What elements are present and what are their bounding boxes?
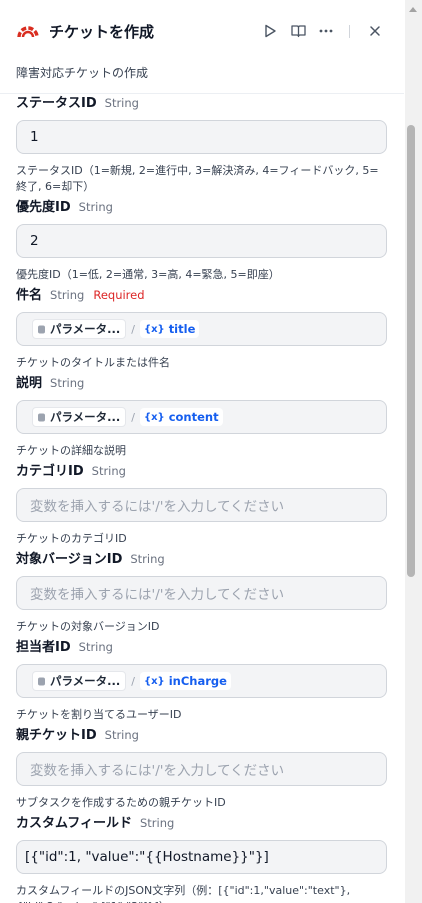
field-help: チケットの詳細な説明 xyxy=(16,444,126,457)
assignee-id-input[interactable]: パラメータ... / {x} inCharge xyxy=(16,664,387,698)
field-status-id: ステータスID String 1 ステータスID（1=新規, 2=進行中, 3=… xyxy=(16,94,387,195)
field-label: 親チケットID xyxy=(16,728,97,743)
field-type: String xyxy=(50,376,85,390)
field-help: 優先度ID（1=低, 2=通常, 3=高, 4=緊急, 5=即座） xyxy=(16,268,280,281)
field-category-id: カテゴリID String 変数を挿入するには'/'を入力してください チケット… xyxy=(16,460,387,547)
category-id-input[interactable]: 変数を挿入するには'/'を入力してください xyxy=(16,488,387,522)
chip-separator: / xyxy=(131,674,135,688)
node-icon xyxy=(38,677,45,685)
field-type: String xyxy=(139,816,175,830)
field-priority-id: 優先度ID String 2 優先度ID（1=低, 2=通常, 3=高, 4=緊… xyxy=(16,196,387,283)
scroll-up-arrow-icon[interactable] xyxy=(409,7,417,12)
field-label: カテゴリID xyxy=(16,464,84,479)
field-type: String xyxy=(104,96,139,110)
book-icon xyxy=(290,25,306,38)
field-label: カスタムフィールド xyxy=(16,816,132,831)
header-divider xyxy=(349,25,350,38)
variable-name: title xyxy=(168,322,196,336)
field-value: 1 xyxy=(30,129,39,145)
field-placeholder: 変数を挿入するには'/'を入力してください xyxy=(30,499,285,515)
node-name: パラメータ... xyxy=(50,322,121,336)
field-help: カスタムフィールドのJSON文字列（例：[{"id":1,"value":"te… xyxy=(16,884,351,903)
field-help: チケットのタイトルまたは件名 xyxy=(16,356,170,369)
field-placeholder: 変数を挿入するには'/'を入力してください xyxy=(30,763,285,779)
more-icon xyxy=(319,29,333,33)
field-value: 2 xyxy=(30,233,39,249)
node-tag: パラメータ... xyxy=(32,671,127,691)
node-name: パラメータ... xyxy=(50,410,121,424)
field-placeholder: 変数を挿入するには'/'を入力してください xyxy=(30,587,285,603)
variable-reference[interactable]: パラメータ... / {x} inCharge xyxy=(32,671,231,691)
field-type: String xyxy=(50,288,85,302)
field-type: String xyxy=(91,464,126,478)
variable-name: content xyxy=(168,410,219,424)
node-icon xyxy=(38,413,45,421)
field-assignee-id: 担当者ID String パラメータ... / {x} inCharge チケッ… xyxy=(16,636,387,723)
field-description: 説明 String パラメータ... / {x} content チケットの詳細… xyxy=(16,372,387,459)
field-label: 説明 xyxy=(16,376,43,391)
variable-icon: {x} xyxy=(143,411,165,423)
field-label: 優先度ID xyxy=(16,200,71,215)
node-tag: パラメータ... xyxy=(32,319,127,339)
field-custom-fields: カスタムフィールド String [{"id":1, "value":"{{Ho… xyxy=(16,812,387,903)
variable-icon: {x} xyxy=(143,675,165,687)
node-tag: パラメータ... xyxy=(32,407,127,427)
field-subject: 件名 String Required パラメータ... / {x} title … xyxy=(16,284,387,371)
panel-subtitle: 障害対応チケットの作成 xyxy=(16,66,149,80)
field-help: チケットを割り当てるユーザーID xyxy=(16,708,182,721)
run-button[interactable] xyxy=(259,20,281,42)
logo-icon xyxy=(17,26,39,38)
field-label: 件名 xyxy=(16,288,43,303)
field-target-version-id: 対象バージョンID String 変数を挿入するには'/'を入力してください チ… xyxy=(16,548,387,635)
status-id-input[interactable]: 1 xyxy=(16,120,387,154)
chip-separator: / xyxy=(131,322,135,336)
close-button[interactable] xyxy=(364,20,386,42)
variable-reference[interactable]: パラメータ... / {x} title xyxy=(32,319,200,339)
variable-reference[interactable]: パラメータ... / {x} content xyxy=(32,407,223,427)
close-icon xyxy=(370,26,380,36)
params-form[interactable]: ステータスID String 1 ステータスID（1=新規, 2=進行中, 3=… xyxy=(0,94,404,903)
field-type: String xyxy=(104,728,139,742)
play-icon xyxy=(265,24,276,38)
target-version-id-input[interactable]: 変数を挿入するには'/'を入力してください xyxy=(16,576,387,610)
field-help: チケットのカテゴリID xyxy=(16,532,127,545)
docs-button[interactable] xyxy=(287,20,309,42)
chip-separator: / xyxy=(131,410,135,424)
more-button[interactable] xyxy=(315,20,337,42)
field-value: [{"id":1, "value":"{{Hostname}}"}] xyxy=(25,849,269,865)
subject-input[interactable]: パラメータ... / {x} title xyxy=(16,312,387,346)
variable-tag: {x} title xyxy=(139,320,200,338)
scrollbar-thumb[interactable] xyxy=(407,125,415,577)
panel-header: チケットを作成 xyxy=(0,0,404,62)
field-type: String xyxy=(130,552,165,566)
field-label: 担当者ID xyxy=(16,640,71,655)
field-type: String xyxy=(78,640,113,654)
node-icon xyxy=(38,325,45,333)
field-label: 対象バージョンID xyxy=(16,552,123,567)
field-label: ステータスID xyxy=(16,96,97,111)
required-badge: Required xyxy=(93,288,145,302)
field-help: ステータスID（1=新規, 2=進行中, 3=解決済み, 4=フィードバック, … xyxy=(16,164,379,193)
variable-icon: {x} xyxy=(143,323,165,335)
panel-title: チケットを作成 xyxy=(49,23,155,41)
description-input[interactable]: パラメータ... / {x} content xyxy=(16,400,387,434)
field-help: サブタスクを作成するための親チケットID xyxy=(16,796,226,809)
field-parent-ticket-id: 親チケットID String 変数を挿入するには'/'を入力してください サブタ… xyxy=(16,724,387,811)
node-name: パラメータ... xyxy=(50,674,121,688)
variable-name: inCharge xyxy=(168,674,227,688)
custom-fields-input[interactable]: [{"id":1, "value":"{{Hostname}}"}] xyxy=(16,840,387,874)
field-type: String xyxy=(78,200,113,214)
variable-tag: {x} inCharge xyxy=(139,672,231,690)
variable-tag: {x} content xyxy=(139,408,223,426)
parent-ticket-id-input[interactable]: 変数を挿入するには'/'を入力してください xyxy=(16,752,387,786)
field-help: チケットの対象バージョンID xyxy=(16,620,160,633)
priority-id-input[interactable]: 2 xyxy=(16,224,387,258)
